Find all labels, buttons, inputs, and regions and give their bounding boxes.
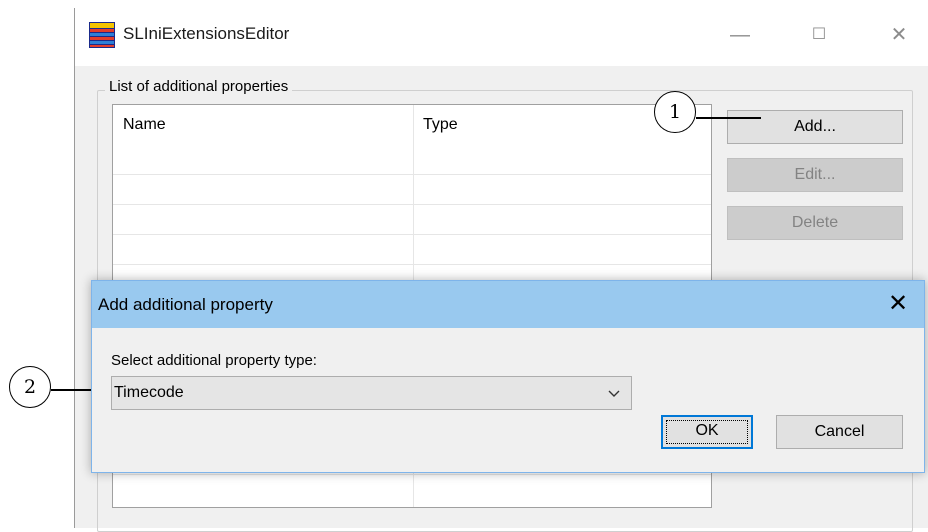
row-gridline — [113, 234, 711, 235]
close-button[interactable]: ✕ — [884, 22, 914, 48]
dialog-title: Add additional property — [98, 295, 273, 314]
row-gridline — [113, 264, 711, 265]
window-title: SLIniExtensionsEditor — [123, 24, 290, 43]
minimize-button[interactable]: — — [725, 22, 755, 48]
delete-button[interactable]: Delete — [727, 206, 903, 240]
callout-1: 1 — [654, 91, 696, 133]
focus-rectangle — [666, 420, 748, 444]
column-header-type[interactable]: Type — [423, 116, 458, 134]
app-icon — [89, 22, 115, 48]
dialog-titlebar: Add additional property ✕ — [92, 281, 924, 328]
property-type-select[interactable]: Timecode — [111, 376, 632, 410]
main-titlebar: SLIniExtensionsEditor — ☐ ✕ — [75, 8, 928, 66]
cancel-button[interactable]: Cancel — [776, 415, 903, 449]
add-button[interactable]: Add... — [727, 110, 903, 144]
row-gridline — [113, 474, 711, 475]
callout-1-leader — [696, 117, 761, 119]
ok-button[interactable]: OK — [661, 415, 753, 449]
list-header: Name Type — [113, 105, 711, 145]
chevron-down-icon — [608, 390, 620, 397]
dialog-close-icon[interactable]: ✕ — [880, 289, 916, 319]
add-property-dialog: Add additional property ✕ Select additio… — [91, 280, 925, 473]
property-type-value: Timecode — [114, 384, 184, 401]
property-type-label: Select additional property type: — [111, 352, 317, 369]
row-gridline — [113, 204, 711, 205]
row-gridline — [113, 174, 711, 175]
edit-button[interactable]: Edit... — [727, 158, 903, 192]
column-header-name[interactable]: Name — [123, 116, 166, 134]
groupbox-legend: List of additional properties — [105, 78, 293, 95]
callout-2: 2 — [9, 366, 51, 408]
maximize-button[interactable]: ☐ — [804, 22, 834, 48]
